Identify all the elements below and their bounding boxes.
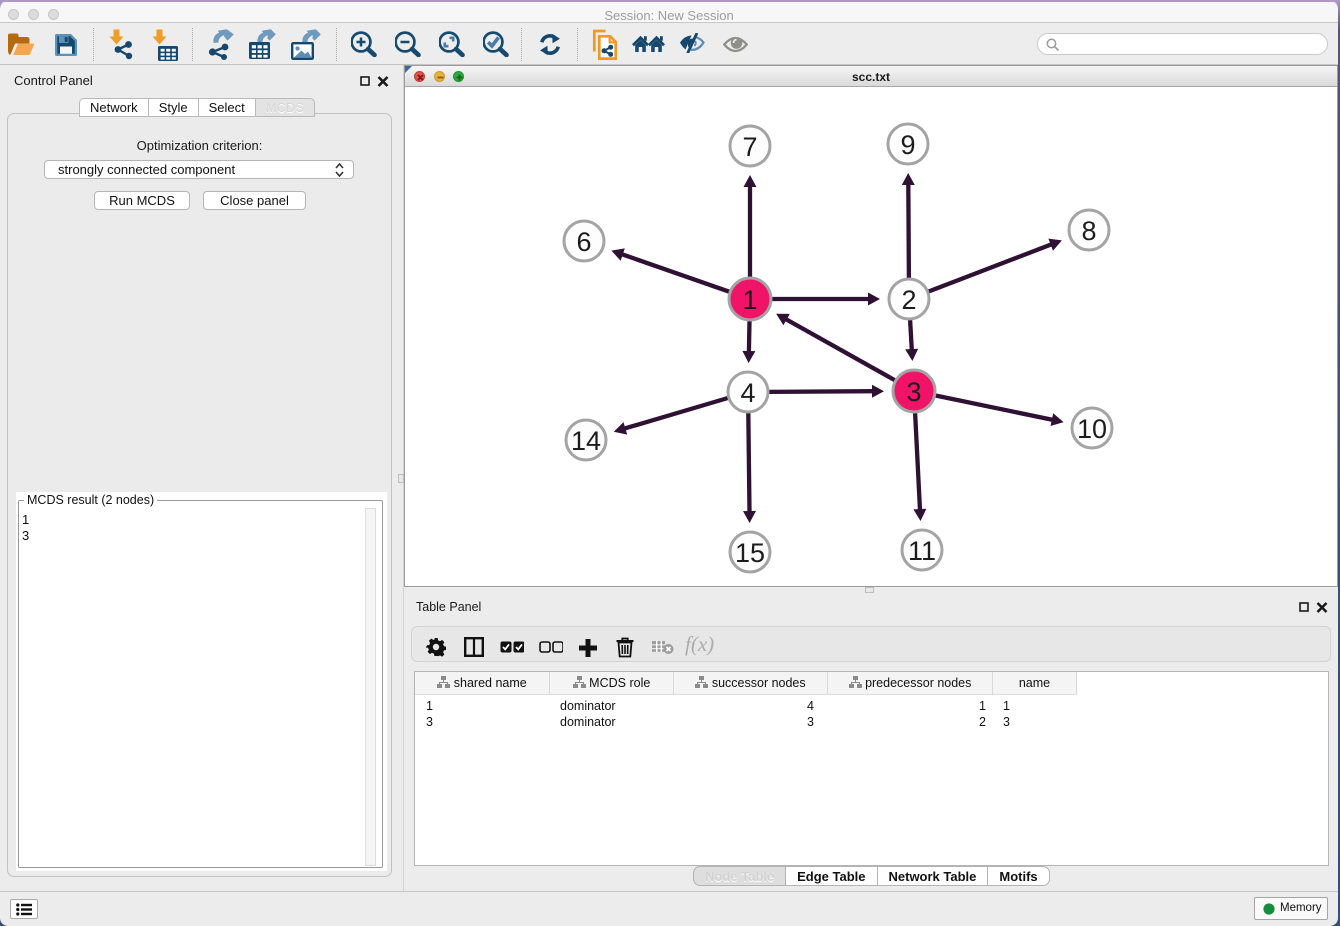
svg-text:8: 8: [1081, 216, 1096, 246]
svg-text:1: 1: [742, 285, 757, 315]
svg-text:3: 3: [906, 377, 921, 407]
svg-text:4: 4: [740, 378, 755, 408]
svg-text:15: 15: [735, 538, 765, 568]
svg-text:7: 7: [742, 132, 757, 162]
svg-text:10: 10: [1077, 414, 1107, 444]
svg-text:14: 14: [571, 426, 601, 456]
svg-text:6: 6: [576, 227, 591, 257]
svg-text:11: 11: [908, 536, 936, 566]
svg-text:9: 9: [900, 130, 915, 160]
svg-text:2: 2: [901, 285, 916, 315]
